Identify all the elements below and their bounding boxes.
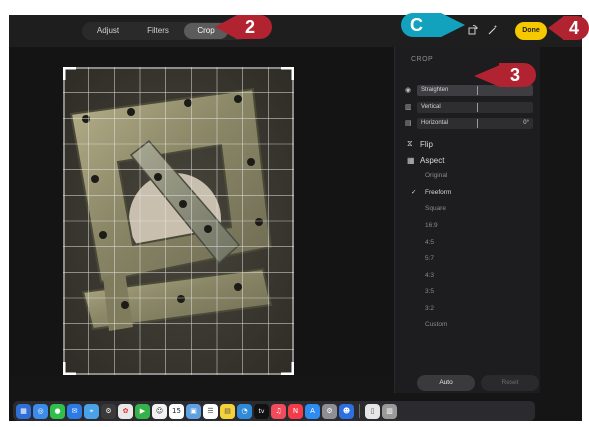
auto-enhance-icon[interactable] xyxy=(486,24,500,38)
aspect-option-3-2[interactable]: 3:2 xyxy=(411,304,521,314)
aspect-option-original[interactable]: Original xyxy=(411,171,521,181)
checkmark-icon: ✓ xyxy=(411,189,417,196)
safari-icon[interactable]: ◎ xyxy=(33,403,48,419)
aspect-option-5-7[interactable]: 5:7 xyxy=(411,254,521,264)
flip-label: Flip xyxy=(420,139,433,149)
rotate-icon[interactable] xyxy=(466,24,480,38)
document-icon[interactable]: ▯ xyxy=(365,403,380,419)
app-store-icon[interactable]: A xyxy=(305,403,320,419)
music-icon[interactable]: ♫ xyxy=(271,403,286,419)
tab-adjust[interactable]: Adjust xyxy=(82,23,134,39)
reminders-icon[interactable]: ☰ xyxy=(203,403,218,419)
aspect-option-4-5[interactable]: 4:5 xyxy=(411,238,521,248)
aspect-icon: ▦ xyxy=(407,155,415,165)
aspect-option-square[interactable]: Square xyxy=(411,204,521,214)
messages-icon[interactable]: ● xyxy=(50,403,65,419)
calendar-icon[interactable]: 15 xyxy=(169,403,184,419)
tab-filters[interactable]: Filters xyxy=(134,23,182,39)
aspect-option-3-5[interactable]: 3:5 xyxy=(411,287,521,297)
mail-icon[interactable]: ✉ xyxy=(67,403,82,419)
trash-icon[interactable]: ▥ xyxy=(382,403,397,419)
launchpad-icon[interactable]: ▦ xyxy=(16,403,31,419)
callout-c: C xyxy=(401,13,433,37)
callout-2-arrow xyxy=(215,15,237,39)
horizontal-value: 0° xyxy=(523,119,529,126)
dock: ▦ ◎ ● ✉ ⌖ ⚙ ✿ ▶ ☺ 15 ▣ ☰ ▤ ◔ tv ♫ N A ⚙ … xyxy=(13,401,535,421)
freeform-icon[interactable]: ◔ xyxy=(237,403,252,419)
done-button[interactable]: Done xyxy=(515,22,547,40)
crop-side-panel: CROP ◉ Straighten ▥ Vertical ▤ Horizonta… xyxy=(394,47,540,393)
aspect-label: Aspect xyxy=(420,155,445,165)
settings-icon[interactable]: ⚙ xyxy=(322,403,337,419)
finder-icon[interactable]: ☻ xyxy=(339,403,354,419)
auto-button[interactable]: Auto xyxy=(417,375,475,391)
horizontal-perspective-icon: ▤ xyxy=(405,120,412,127)
news-icon[interactable]: N xyxy=(288,403,303,419)
aspect-option-custom[interactable]: Custom xyxy=(411,320,521,330)
preview-icon[interactable]: ▣ xyxy=(186,403,201,419)
aspect-option-4-3[interactable]: 4:3 xyxy=(411,271,521,281)
callout-3: 3 xyxy=(499,63,536,87)
flip-icon: ⧖ xyxy=(407,139,413,148)
contacts-icon[interactable]: ☺ xyxy=(152,403,167,419)
reset-button[interactable]: Reset xyxy=(481,375,539,391)
apple-tv-icon[interactable]: tv xyxy=(254,403,269,419)
horizontal-label: Horizontal xyxy=(421,119,449,126)
vertical-perspective-icon: ▥ xyxy=(405,104,412,111)
callout-c-arrow xyxy=(431,13,465,37)
photos-icon[interactable]: ✿ xyxy=(118,403,133,419)
notes-icon[interactable]: ▤ xyxy=(220,403,235,419)
crop-grid-overlay[interactable] xyxy=(63,67,294,375)
callout-4-arrow xyxy=(548,16,564,40)
straighten-icon: ◉ xyxy=(405,87,412,94)
straighten-label: Straighten xyxy=(421,86,449,93)
panel-title: CROP xyxy=(411,56,434,63)
facetime-icon[interactable]: ▶ xyxy=(135,403,150,419)
dock-separator xyxy=(359,404,360,418)
horizontal-slider[interactable]: ▤ Horizontal 0° xyxy=(405,117,533,129)
system-settings-icon[interactable]: ⚙ xyxy=(101,403,116,419)
vertical-slider[interactable]: ▥ Vertical xyxy=(405,101,533,113)
vertical-label: Vertical xyxy=(421,103,441,110)
maps-icon[interactable]: ⌖ xyxy=(84,403,99,419)
flip-button[interactable]: ⧖ Flip xyxy=(407,138,433,150)
callout-2: 2 xyxy=(236,15,272,39)
callout-3-arrow xyxy=(474,65,500,87)
aspect-option-freeform[interactable]: ✓ Freeform xyxy=(411,188,521,198)
editor-toolbar: Adjust Filters Crop Done xyxy=(9,15,582,47)
aspect-header: ▦ Aspect xyxy=(407,154,444,166)
crop-canvas xyxy=(9,47,394,377)
callout-4: 4 xyxy=(563,16,589,40)
aspect-option-16-9[interactable]: 16:9 xyxy=(411,221,521,231)
